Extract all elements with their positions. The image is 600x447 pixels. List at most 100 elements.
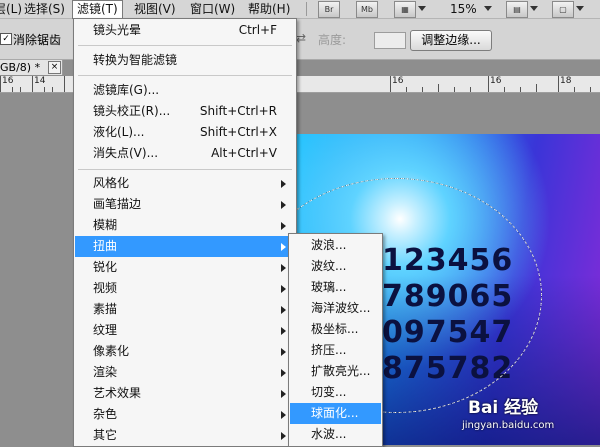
ruler-tick (574, 87, 575, 92)
submenu-item-diffuse-glow[interactable]: 扩散亮光... (290, 361, 381, 382)
submenu-item-zigzag[interactable]: 水波... (290, 424, 381, 445)
menu-item-blur[interactable]: 模糊 (75, 215, 295, 236)
ruler-tick (12, 87, 13, 92)
menu-item-brush-strokes[interactable]: 画笔描边 (75, 194, 295, 215)
chevron-right-icon (281, 348, 286, 356)
submenu-item-shear[interactable]: 切变... (290, 382, 381, 403)
menu-separator (78, 45, 292, 46)
close-icon[interactable]: × (48, 61, 61, 74)
chevron-right-icon (281, 411, 286, 419)
chevron-down-icon[interactable] (484, 6, 492, 11)
watermark-logo: Bai 经验 (468, 398, 539, 418)
antialias-checkbox[interactable]: ✓ (0, 33, 12, 45)
menu-item-label: 消失点(V)... (93, 146, 159, 160)
ruler-label: 16 (490, 76, 502, 86)
menu-item-label: 海洋波纹... (311, 301, 371, 315)
menu-item-label: 极坐标... (311, 322, 359, 336)
ruler-tick (20, 87, 21, 92)
chevron-down-icon[interactable] (576, 6, 584, 11)
menu-item-vanishing-point[interactable]: 消失点(V)... Alt+Ctrl+V (75, 143, 295, 164)
menu-item-label: 液化(L)... (93, 125, 145, 139)
menu-item-noise[interactable]: 杂色 (75, 404, 295, 425)
menu-help[interactable]: 帮助(H) (244, 1, 294, 17)
ruler-label: 18 (560, 76, 572, 86)
menu-item-distort[interactable]: 扭曲 (75, 236, 295, 257)
menu-filter[interactable]: 滤镜(T) (72, 0, 123, 19)
submenu-item-ocean-ripple[interactable]: 海洋波纹... (290, 298, 381, 319)
menu-item-label: 锐化 (93, 260, 118, 274)
menu-item-label: 风格化 (93, 176, 130, 190)
ruler-tick (520, 87, 521, 92)
menu-item-artistic[interactable]: 艺术效果 (75, 383, 295, 404)
menu-item-render[interactable]: 渲染 (75, 362, 295, 383)
menu-item-convert-smart-filter[interactable]: 转换为智能滤镜 (75, 50, 295, 71)
menu-item-sharpen[interactable]: 锐化 (75, 257, 295, 278)
chevron-right-icon (281, 222, 286, 230)
menu-item-label: 波浪... (311, 238, 347, 252)
submenu-item-polar-coordinates[interactable]: 极坐标... (290, 319, 381, 340)
baidu-jingyan-watermark: Bai 经验 jingyan.baidu.com (438, 393, 600, 445)
menu-item-last-filter[interactable]: 镜头光晕 Ctrl+F (75, 20, 295, 41)
ruler-label: 14 (34, 76, 46, 86)
chevron-right-icon (281, 327, 286, 335)
ruler-label: 16 (392, 76, 404, 86)
menu-item-label: 球面化... (311, 406, 359, 420)
menu-select[interactable]: 选择(S) (20, 1, 69, 17)
ruler-tick (390, 76, 391, 92)
menu-item-label: 切变... (311, 385, 347, 399)
menu-item-lens-correction[interactable]: 镜头校正(R)... Shift+Ctrl+R (75, 101, 295, 122)
submenu-item-wave[interactable]: 波浪... (290, 235, 381, 256)
submenu-item-pinch[interactable]: 挤压... (290, 340, 381, 361)
chevron-down-icon[interactable] (530, 6, 538, 11)
menu-item-other[interactable]: 其它 (75, 425, 295, 446)
height-input[interactable] (374, 32, 406, 49)
bridge-button[interactable]: Br (318, 1, 340, 18)
menu-item-video[interactable]: 视频 (75, 278, 295, 299)
menu-item-label: 波纹... (311, 259, 347, 273)
zoom-level[interactable]: 15% (446, 1, 481, 17)
screen-mode-button[interactable]: ▢ (552, 1, 574, 18)
menu-item-shortcut: Alt+Ctrl+V (211, 146, 277, 160)
menu-view[interactable]: 视图(V) (130, 1, 180, 17)
ruler-tick (32, 76, 33, 92)
submenu-item-glass[interactable]: 玻璃... (290, 277, 381, 298)
submenu-item-ripple[interactable]: 波纹... (290, 256, 381, 277)
ruler-tick (488, 76, 489, 92)
menu-item-sketch[interactable]: 素描 (75, 299, 295, 320)
ruler-tick (64, 76, 65, 92)
menu-item-texture[interactable]: 纹理 (75, 320, 295, 341)
menu-item-label: 像素化 (93, 344, 130, 358)
document-tab[interactable]: GB/8) * × (0, 60, 63, 75)
chevron-right-icon (281, 285, 286, 293)
screen-icon: ▢ (559, 5, 567, 14)
grid-icon: ▦ (401, 5, 409, 14)
menu-item-label: 杂色 (93, 407, 118, 421)
menu-item-pixelate[interactable]: 像素化 (75, 341, 295, 362)
mini-bridge-button[interactable]: Mb (356, 1, 378, 18)
menu-item-liquify[interactable]: 液化(L)... Shift+Ctrl+X (75, 122, 295, 143)
ruler-tick (422, 87, 423, 92)
menu-item-label: 模糊 (93, 218, 118, 232)
menu-item-label: 扩散亮光... (311, 364, 371, 378)
menu-window[interactable]: 窗口(W) (186, 1, 239, 17)
menu-item-label: 玻璃... (311, 280, 347, 294)
ruler-tick (470, 87, 471, 92)
chevron-right-icon (281, 306, 286, 314)
arrange-documents-button[interactable]: ▤ (506, 1, 528, 18)
menu-separator (78, 75, 292, 76)
view-extras-button[interactable]: ▦ (394, 1, 416, 18)
menu-item-label: 水波... (311, 427, 347, 441)
refine-edge-button[interactable]: 调整边缘... (410, 30, 492, 51)
antialias-label: 消除锯齿 (13, 33, 62, 47)
chevron-right-icon (281, 369, 286, 377)
menu-item-stylize[interactable]: 风格化 (75, 173, 295, 194)
menu-item-label: 视频 (93, 281, 118, 295)
ruler-tick (536, 84, 537, 92)
menu-item-label: 镜头校正(R)... (93, 104, 171, 118)
menu-item-label: 艺术效果 (93, 386, 142, 400)
document-tab-label: GB/8) * (0, 61, 41, 74)
submenu-item-spherize[interactable]: 球面化... (290, 403, 381, 424)
menu-item-filter-gallery[interactable]: 滤镜库(G)... (75, 80, 295, 101)
menu-item-label: 镜头光晕 (93, 23, 142, 37)
chevron-down-icon[interactable] (418, 6, 426, 11)
